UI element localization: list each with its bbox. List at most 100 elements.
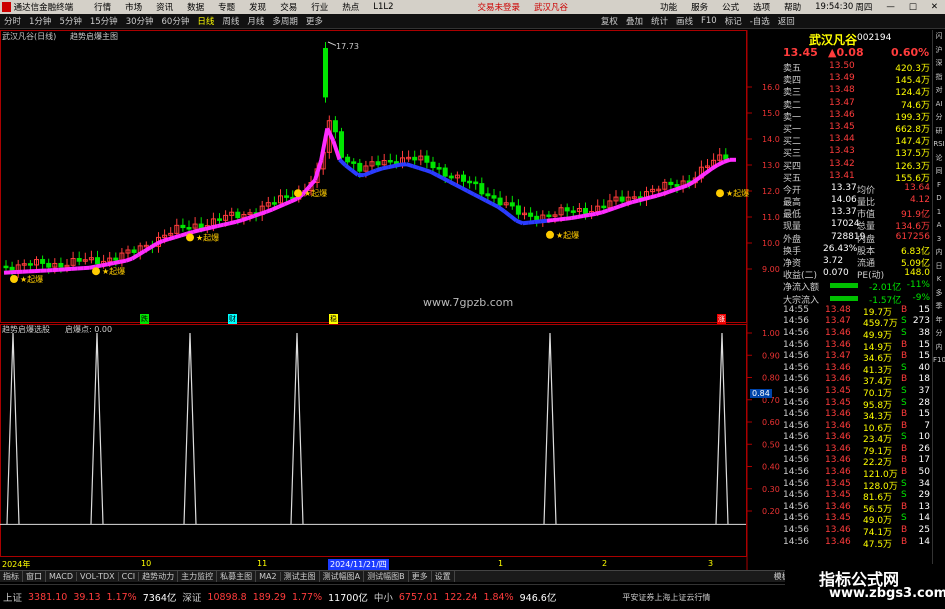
menu-item[interactable]: 资讯 — [149, 1, 180, 13]
sidebar-icon[interactable]: F — [933, 179, 945, 193]
menu-item[interactable]: 专题 — [211, 1, 242, 13]
maximize-icon[interactable]: □ — [902, 2, 924, 12]
toolbar-button[interactable]: F10 — [697, 16, 721, 26]
menu-item[interactable]: 行情 — [87, 1, 118, 13]
sidebar-icon[interactable]: 沪 — [933, 44, 945, 58]
toolbar-button[interactable]: -自选 — [746, 15, 774, 27]
period-tab[interactable]: 更多 — [302, 15, 327, 27]
menu-item[interactable]: 功能 — [653, 1, 684, 13]
indicator-tab[interactable]: CCI — [119, 572, 140, 581]
index-name[interactable]: 深证 — [179, 590, 204, 604]
indicator-tab[interactable]: MACD — [46, 572, 77, 581]
chart-area[interactable]: 16.0015.0014.0013.0012.0011.0010.009.001… — [0, 30, 780, 570]
period-tab[interactable]: 60分钟 — [158, 15, 194, 27]
sidebar-icon[interactable]: K — [933, 273, 945, 287]
trend-line-segment — [313, 159, 324, 181]
tick-count: 273 — [912, 316, 930, 327]
sidebar-icon[interactable]: 1 — [933, 206, 945, 220]
menu-item[interactable]: 行业 — [304, 1, 335, 13]
period-tab[interactable]: 分时 — [0, 15, 25, 27]
menu-item[interactable]: 选项 — [746, 1, 777, 13]
sidebar-icon[interactable]: 季 — [933, 300, 945, 314]
period-tab[interactable]: 月线 — [243, 15, 268, 27]
sidebar-icon[interactable]: F10 — [933, 354, 945, 368]
toolbar-button[interactable]: 叠加 — [622, 15, 647, 27]
sidebar-icon[interactable]: 指 — [933, 71, 945, 85]
stock-code: 002194 — [857, 33, 892, 43]
period-tab[interactable]: 5分钟 — [55, 15, 85, 27]
sidebar-icon[interactable]: 日 — [933, 260, 945, 274]
stat-label: 收益(二) — [783, 271, 818, 282]
order-volume: 662.8万 — [895, 124, 930, 135]
sidebar-icon[interactable]: AI — [933, 98, 945, 112]
toolbar-button[interactable]: 统计 — [647, 15, 672, 27]
sidebar-icon[interactable]: RSI — [933, 138, 945, 152]
indicator-tab[interactable]: 测试幅图B — [364, 571, 409, 582]
period-tab[interactable]: 周线 — [218, 15, 243, 27]
index-name[interactable]: 上证 — [0, 590, 25, 604]
menu-item[interactable]: 发现 — [242, 1, 273, 13]
sidebar-icon[interactable]: 3 — [933, 233, 945, 247]
toolbar-button[interactable]: 画线 — [672, 15, 697, 27]
sidebar-icon[interactable]: 同 — [933, 165, 945, 179]
menu-item[interactable]: 服务 — [684, 1, 715, 13]
period-tab[interactable]: 15分钟 — [86, 15, 122, 27]
period-tab[interactable]: 30分钟 — [122, 15, 158, 27]
menu-item[interactable]: 公式 — [715, 1, 746, 13]
menu-item[interactable]: 帮助 — [777, 1, 808, 13]
indicator-tab[interactable]: 私募主图 — [217, 571, 257, 582]
trend-line-segment — [325, 127, 336, 142]
sidebar-icon[interactable]: 年 — [933, 314, 945, 328]
trend-line-segment — [643, 195, 652, 201]
indicator-tab[interactable]: 窗口 — [23, 571, 46, 582]
menu-item[interactable]: 数据 — [180, 1, 211, 13]
stat-value: 148.0 — [904, 268, 930, 279]
menu-item[interactable]: 交易 — [273, 1, 304, 13]
toolbar-button[interactable]: 标记 — [721, 15, 746, 27]
period-tab[interactable]: 1分钟 — [25, 15, 55, 27]
tick-price: 13.46 — [825, 525, 851, 536]
menu-item[interactable]: L1L2 — [366, 2, 400, 12]
order-volume: 126.3万 — [895, 161, 930, 172]
indicator-tab[interactable]: VOL-TDX — [77, 572, 119, 581]
menu-item[interactable]: 热点 — [335, 1, 366, 13]
toolbar-button[interactable]: 返回 — [774, 15, 799, 27]
index-name[interactable]: 中小 — [371, 590, 396, 604]
close-icon[interactable]: ✕ — [924, 2, 945, 12]
flow-bar — [830, 295, 858, 301]
sidebar-icon[interactable]: 闪 — [933, 30, 945, 44]
sidebar-icon[interactable]: 内 — [933, 341, 945, 355]
indicator-tab[interactable]: 趋势动力 — [139, 571, 179, 582]
indicator-tab[interactable]: 主力监控 — [178, 571, 218, 582]
sidebar-icon[interactable]: 多 — [933, 287, 945, 301]
trend-line-segment — [631, 198, 639, 205]
period-tab-active[interactable]: 日线 — [193, 15, 218, 27]
sidebar-icon[interactable]: 论 — [933, 152, 945, 166]
indicator-tab[interactable]: 测试主图 — [281, 571, 320, 582]
tick-side: S — [901, 316, 907, 327]
period-tab[interactable]: 多周期 — [268, 15, 302, 27]
tick-side: B — [901, 420, 908, 431]
menu-item[interactable]: 市场 — [118, 1, 149, 13]
candle-body — [131, 249, 137, 253]
trade-status[interactable]: 交易未登录 — [471, 1, 528, 13]
minimize-icon[interactable]: — — [879, 2, 902, 12]
sidebar-icon[interactable]: 研 — [933, 125, 945, 139]
indicator-tab[interactable]: 指标 — [0, 571, 23, 582]
tick-count: 26 — [918, 443, 930, 454]
sidebar-icon[interactable]: 对 — [933, 84, 945, 98]
sidebar-icon[interactable]: D — [933, 192, 945, 206]
indicator-tab[interactable]: 设置 — [432, 571, 455, 582]
toolbar-button[interactable]: 复权 — [597, 15, 622, 27]
sidebar-icon[interactable]: 内 — [933, 246, 945, 260]
sidebar-icon[interactable]: 分 — [933, 327, 945, 341]
price-axis-label: 13.00 — [762, 161, 780, 170]
sidebar-icon[interactable]: 深 — [933, 57, 945, 71]
indicator-tab[interactable]: 更多 — [409, 571, 432, 582]
sidebar-icon[interactable]: A — [933, 219, 945, 233]
kline-chart[interactable]: 16.0015.0014.0013.0012.0011.0010.009.001… — [0, 30, 780, 570]
signal-spike — [90, 332, 104, 525]
indicator-tab[interactable]: MA2 — [256, 572, 281, 581]
indicator-tab[interactable]: 测试幅图A — [320, 571, 365, 582]
sidebar-icon[interactable]: 分 — [933, 111, 945, 125]
